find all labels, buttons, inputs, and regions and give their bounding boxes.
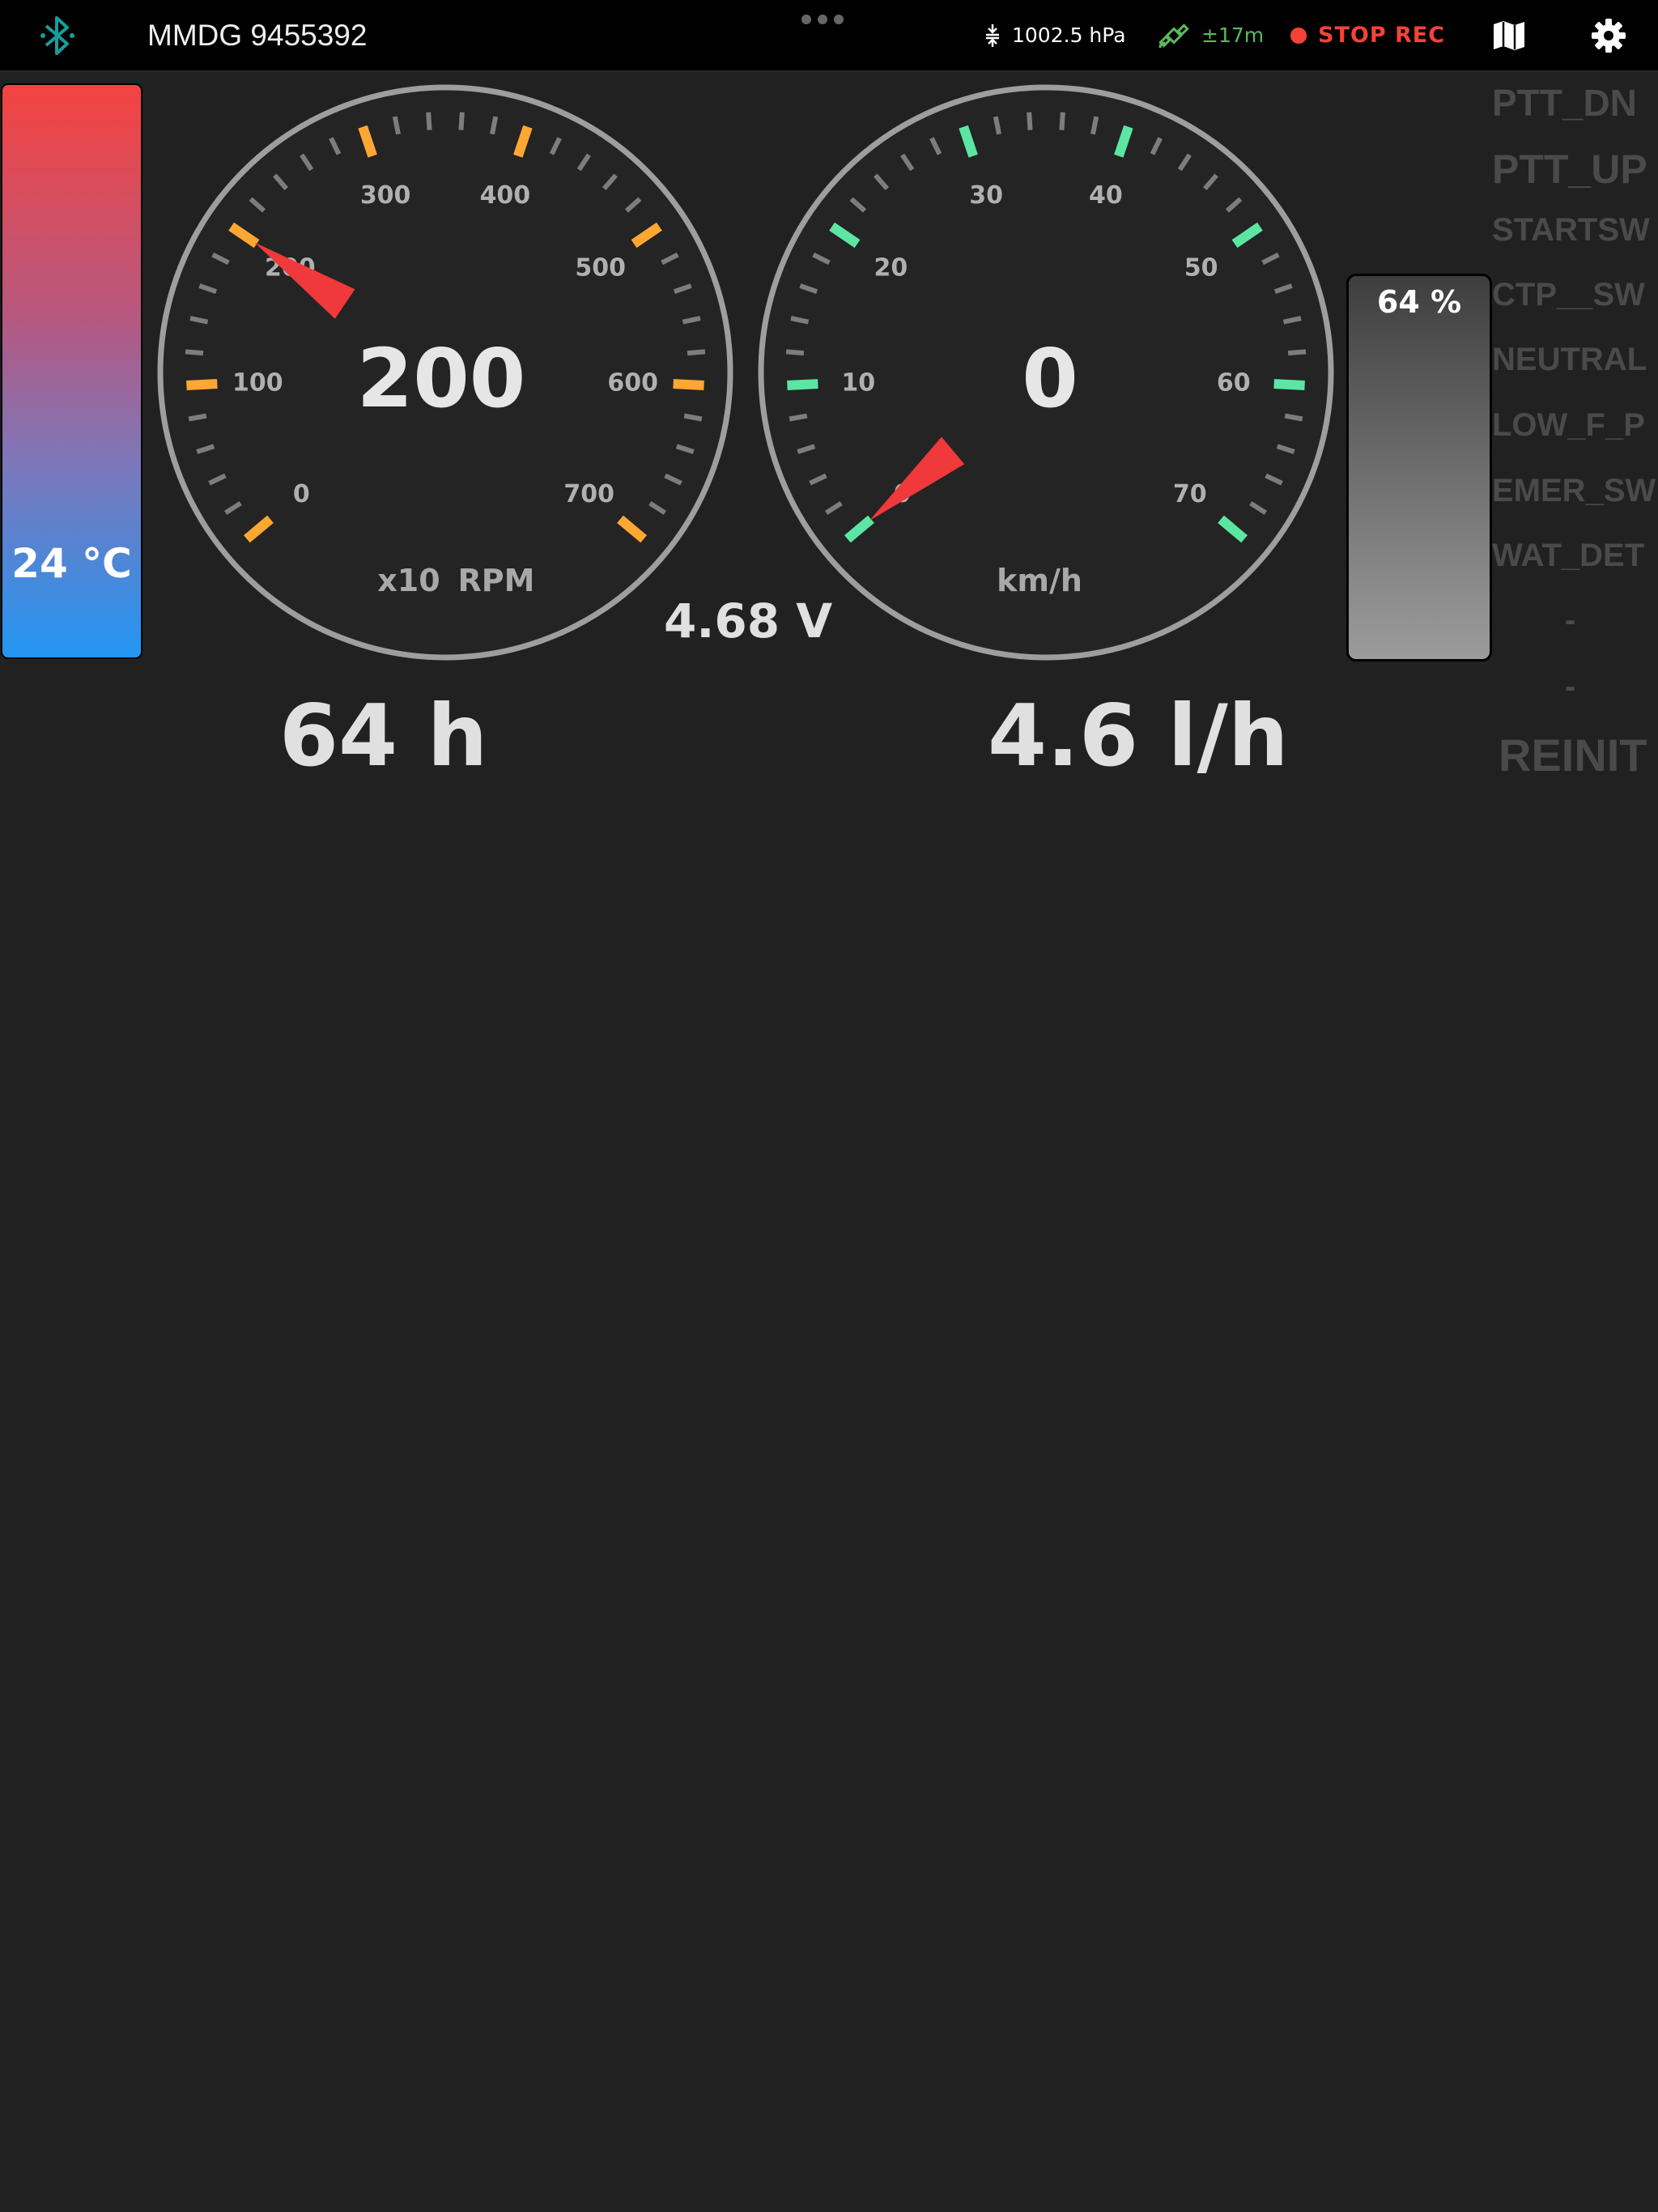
speed-gauge-tick-label: 60: [1217, 369, 1251, 398]
rpm-gauge-tick-label: 700: [563, 480, 614, 508]
fuel-level-label: 64 %: [1376, 284, 1462, 320]
speed-gauge-tick-label: 50: [1184, 253, 1218, 282]
rpm-gauge-tick-label: 600: [607, 369, 658, 398]
gps-readout: ±17m: [1158, 0, 1264, 70]
rpm-gauge-tick-label: 400: [480, 181, 531, 210]
rpm-gauge-minor-tick: [687, 349, 706, 356]
top-bar: MMDG 9455392 1002.5 hPa ±17m STOP REC: [0, 0, 1658, 72]
switch-placeholder[interactable]: -: [1565, 602, 1575, 639]
speed-gauge-tick-label: 10: [841, 369, 875, 398]
satellite-icon: [1158, 23, 1189, 48]
rpm-gauge-minor-tick: [392, 116, 401, 135]
fuel-rate: 4.6 l/h: [988, 687, 1289, 785]
speed-gauge-minor-tick: [1284, 413, 1303, 422]
speed-gauge-value: 0: [1022, 331, 1078, 426]
speed-gauge-major-tick: [1273, 379, 1305, 390]
speed-unit: km/h: [997, 563, 1082, 598]
speed-gauge-tick-label: 20: [874, 253, 908, 282]
speed-gauge-minor-tick: [1287, 349, 1307, 356]
speed-gauge-minor-tick: [1090, 116, 1099, 135]
fuel-level-bar: 64 %: [1346, 274, 1492, 661]
rpm-gauge: 0100200300400500600700x10RPM200: [157, 84, 733, 661]
rpm-gauge-minor-tick: [426, 112, 432, 130]
speed-gauge: 010203040506070km/h0: [758, 84, 1334, 661]
rpm-gauge-minor-tick: [683, 413, 703, 422]
settings-button[interactable]: [1588, 0, 1629, 70]
map-button[interactable]: [1490, 0, 1528, 70]
switch-ptt-up[interactable]: PTT_UP: [1492, 146, 1647, 193]
rpm-gauge-tick-label: 500: [575, 253, 626, 282]
rpm-gauge-minor-tick: [490, 116, 499, 135]
bluetooth-icon[interactable]: [32, 0, 83, 70]
pressure-value: 1002.5 hPa: [1012, 23, 1126, 47]
engine-hours: 64 h: [279, 687, 488, 785]
switch-neutral[interactable]: NEUTRAL: [1492, 342, 1647, 378]
speed-gauge-tick-label: 30: [969, 181, 1003, 210]
gps-accuracy: ±17m: [1201, 23, 1265, 47]
coolant-temperature-bar: 24 °C: [1, 83, 142, 659]
speed-gauge-minor-tick: [789, 413, 808, 422]
map-icon: [1494, 20, 1524, 50]
speed-gauge-tick-label: 40: [1089, 181, 1123, 210]
rpm-gauge-minor-tick: [188, 413, 207, 422]
switch-ctp-sw[interactable]: CTP__SW: [1492, 277, 1645, 313]
temperature-label: 24 °C: [11, 540, 132, 587]
rpm-gauge-major-tick: [186, 379, 218, 390]
switch-placeholder[interactable]: -: [1565, 669, 1575, 705]
rpm-gauge-value: 200: [357, 331, 526, 426]
gear-icon: [1592, 18, 1626, 53]
drag-handle-icon[interactable]: [801, 11, 844, 28]
switch-startsw[interactable]: STARTSW: [1492, 212, 1650, 249]
switch-reinit[interactable]: REINIT: [1499, 729, 1647, 781]
stop-rec-label: STOP REC: [1318, 23, 1446, 48]
rpm-gauge-tick-label: 100: [232, 369, 283, 398]
rpm-gauge-tick-label: 300: [360, 181, 411, 210]
stop-rec-button[interactable]: STOP REC: [1290, 0, 1445, 70]
speed-gauge-major-tick: [787, 379, 818, 390]
switch-ptt-dn[interactable]: PTT_DN: [1492, 81, 1637, 125]
switch-low-f-p[interactable]: LOW_F_P: [1492, 407, 1645, 444]
rpm-unit: RPM: [458, 563, 535, 598]
switch-wat-det[interactable]: WAT_DET: [1492, 538, 1644, 574]
speed-gauge-minor-tick: [993, 116, 1001, 135]
battery-voltage: 4.68 V: [664, 593, 833, 649]
pressure-readout: 1002.5 hPa: [984, 0, 1126, 70]
rpm-gauge-tick-label: 0: [293, 480, 310, 508]
record-dot-icon: [1290, 27, 1307, 44]
speed-gauge-minor-tick: [785, 349, 805, 356]
rpm-gauge-minor-tick: [185, 349, 204, 356]
pressure-icon: [986, 23, 999, 47]
rpm-unit-multiplier: x10: [377, 563, 440, 598]
speed-gauge-minor-tick: [1027, 112, 1033, 130]
speed-gauge-minor-tick: [1059, 112, 1065, 130]
device-name: MMDG 9455392: [147, 18, 368, 52]
switch-emer-sw[interactable]: EMER_SW: [1492, 473, 1656, 509]
rpm-gauge-major-tick: [673, 379, 704, 390]
speed-gauge-tick-label: 70: [1173, 480, 1207, 508]
